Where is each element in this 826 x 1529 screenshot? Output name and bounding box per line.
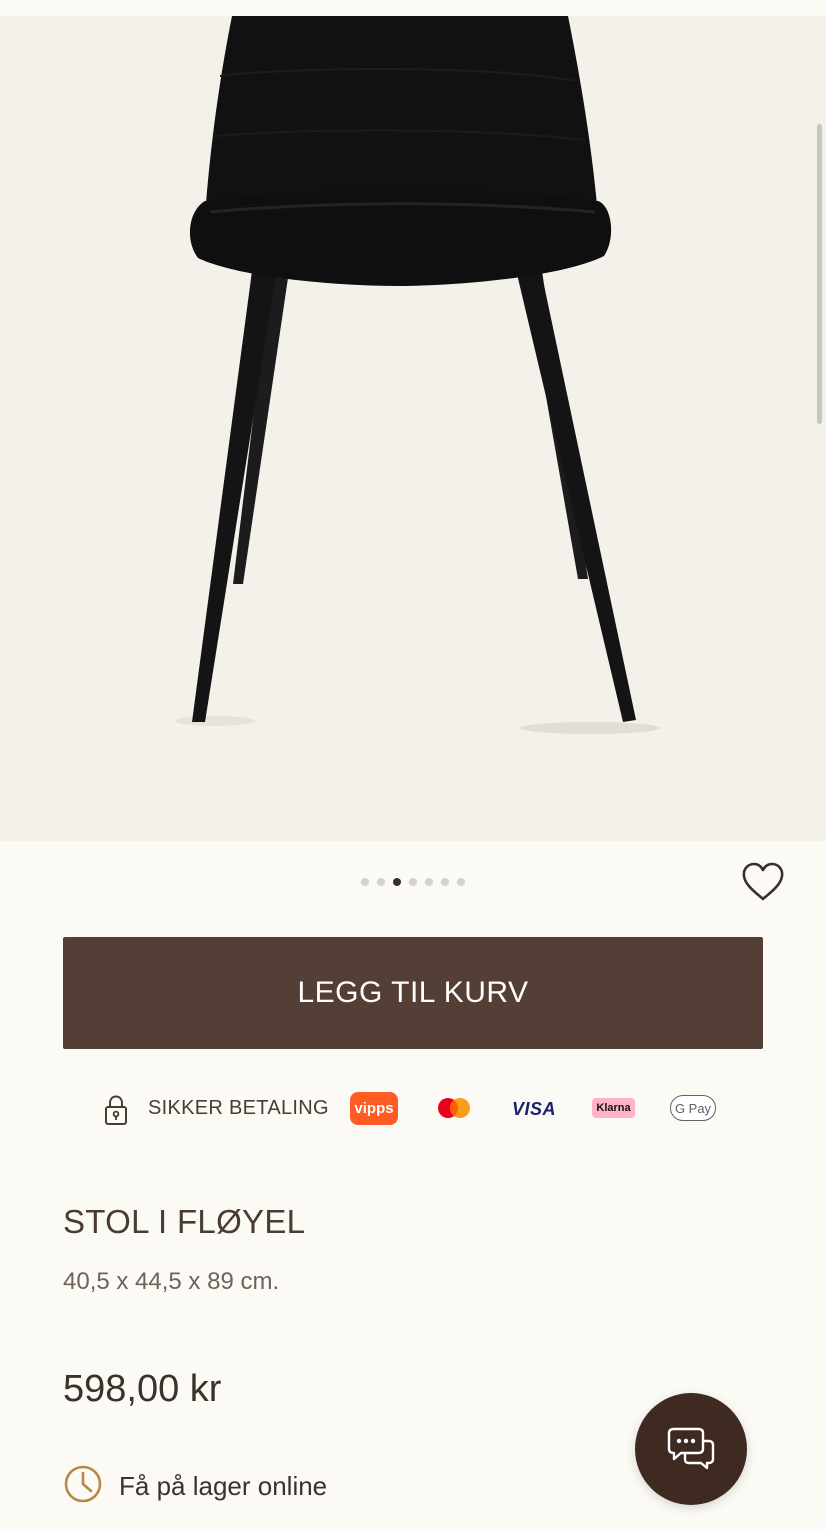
product-title: STOL I FLØYEL xyxy=(63,1203,306,1240)
stock-status-text: Få på lager online xyxy=(119,1471,328,1501)
carousel-dot[interactable] xyxy=(457,878,465,886)
visa-logo: VISA xyxy=(512,1098,557,1119)
carousel-dot[interactable] xyxy=(377,878,385,886)
carousel-dot[interactable] xyxy=(361,878,369,886)
secure-payment-label: SIKKER BETALING xyxy=(148,1097,329,1119)
chair-image xyxy=(175,16,660,734)
vipps-logo: vipps xyxy=(350,1092,398,1125)
product-image[interactable] xyxy=(0,16,826,841)
lock-icon xyxy=(105,1095,127,1125)
carousel-dots[interactable] xyxy=(0,878,826,890)
product-price: 598,00 kr xyxy=(63,1368,222,1410)
payment-methods-row: SIKKER BETALING vipps VISA Klarna G Pay xyxy=(0,1088,826,1130)
product-page: LEGG TIL KURV SIKKER BETALING vipps VISA… xyxy=(0,0,826,1529)
top-strip xyxy=(0,0,826,16)
google-pay-logo: G Pay xyxy=(670,1095,716,1121)
carousel-dot[interactable] xyxy=(441,878,449,886)
carousel-dot[interactable] xyxy=(425,878,433,886)
product-dimensions: 40,5 x 44,5 x 89 cm. xyxy=(63,1268,280,1295)
chat-icon xyxy=(667,1427,715,1470)
add-to-cart-button[interactable]: LEGG TIL KURV xyxy=(63,937,763,1049)
heart-icon xyxy=(742,862,784,901)
clock-icon xyxy=(64,1465,102,1503)
mastercard-logo xyxy=(436,1096,472,1120)
scrollbar[interactable] xyxy=(817,124,822,424)
klarna-logo: Klarna xyxy=(592,1098,635,1118)
carousel-dot[interactable] xyxy=(409,878,417,886)
wishlist-button[interactable] xyxy=(740,860,786,904)
chat-button[interactable] xyxy=(635,1393,747,1505)
carousel-dot[interactable] xyxy=(393,878,401,886)
